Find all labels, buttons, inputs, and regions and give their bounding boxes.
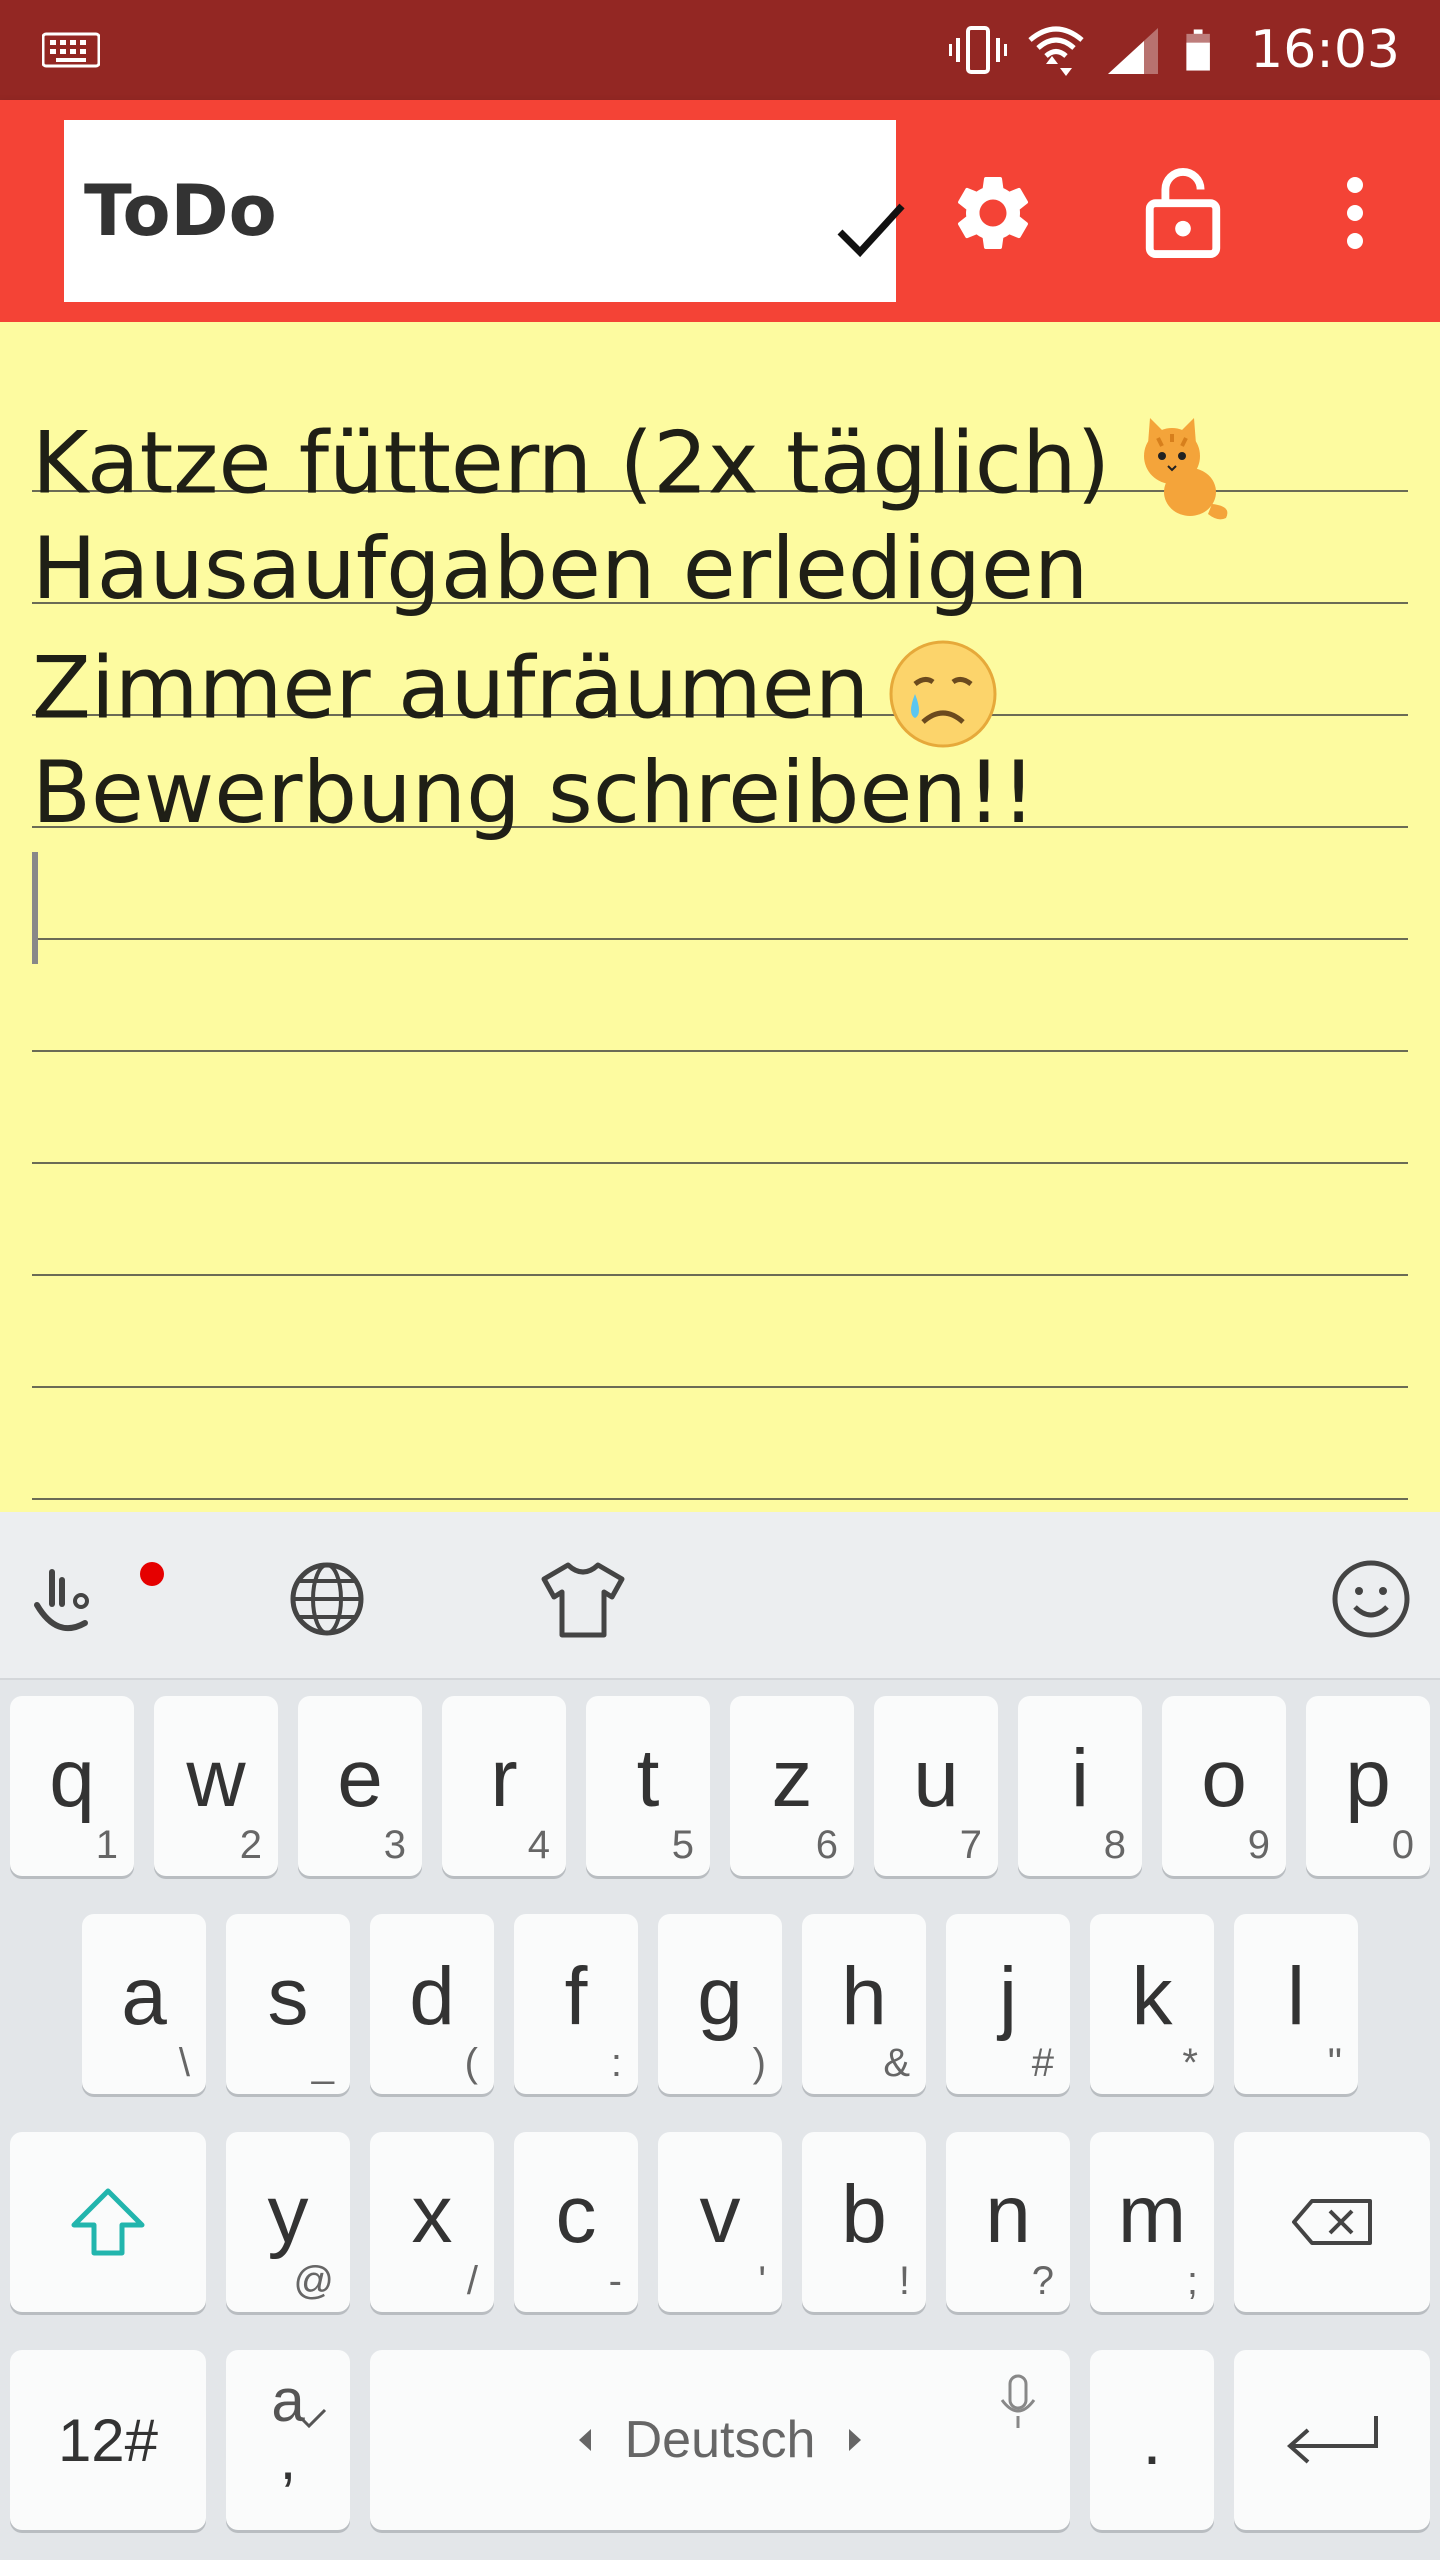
check-icon[interactable]: [834, 192, 908, 266]
shift-key[interactable]: [10, 2132, 206, 2312]
lock-open-icon: [1145, 168, 1221, 258]
gesture-icon: [34, 1569, 89, 1632]
backspace-key[interactable]: [1234, 2132, 1430, 2312]
lock-button[interactable]: [1128, 158, 1238, 268]
right-arrow-icon: [849, 2429, 862, 2451]
vibrate-icon: [949, 26, 1008, 74]
key-q[interactable]: q1: [10, 1696, 134, 1876]
key-c[interactable]: c-: [514, 2132, 638, 2312]
clock: 16:03: [1250, 20, 1400, 80]
key-k[interactable]: k *: [1090, 1914, 1214, 2094]
ruled-line: [32, 1162, 1408, 1164]
note-line-2: Hausaufgaben erledigen: [32, 519, 1089, 619]
key-b[interactable]: b!: [802, 2132, 926, 2312]
key-p[interactable]: p0: [1306, 1696, 1430, 1876]
theme-button[interactable]: [538, 1554, 628, 1644]
key-j[interactable]: j #: [946, 1914, 1070, 2094]
accent-key[interactable]: a ,: [226, 2350, 350, 2530]
key-o[interactable]: o9: [1162, 1696, 1286, 1876]
note-editor[interactable]: Katze füttern (2x täglich) Hausaufgaben …: [0, 322, 1440, 1512]
ruled-line: [32, 1050, 1408, 1052]
key-w[interactable]: w2: [154, 1696, 278, 1876]
language-button[interactable]: [282, 1554, 372, 1644]
key-v[interactable]: v ': [658, 2132, 782, 2312]
key-n[interactable]: n?: [946, 2132, 1070, 2312]
space-key[interactable]: Deutsch: [370, 2350, 1070, 2530]
period-key[interactable]: .: [1090, 2350, 1214, 2530]
battery-icon: [1186, 29, 1211, 71]
title-input[interactable]: [84, 156, 724, 266]
keyboard-toolbar: [0, 1512, 1440, 1680]
theme-shirt-icon: [541, 1562, 625, 1638]
wifi-icon: [1028, 26, 1084, 76]
note-line-4: Bewerbung schreiben!!: [32, 743, 1036, 843]
note-line-3: Zimmer aufräumen: [32, 638, 999, 750]
key-d[interactable]: d(: [370, 1914, 494, 2094]
keyboard-icon: [42, 32, 100, 68]
emoji-button[interactable]: [1326, 1554, 1416, 1644]
key-s[interactable]: s _: [226, 1914, 350, 2094]
backspace-icon: [1292, 2199, 1372, 2245]
enter-icon: [1286, 2416, 1378, 2464]
key-z[interactable]: z6: [730, 1696, 854, 1876]
status-bar: 16:03: [0, 0, 1440, 100]
key-l[interactable]: l ": [1234, 1914, 1358, 2094]
title-field-box: [64, 120, 905, 302]
note-line-1: Katze füttern (2x täglich): [32, 414, 1238, 524]
key-f[interactable]: f:: [514, 1914, 638, 2094]
microphone-icon: [1000, 2374, 1036, 2428]
gear-icon: [957, 176, 1029, 249]
key-e[interactable]: e3: [298, 1696, 422, 1876]
key-r[interactable]: r4: [442, 1696, 566, 1876]
globe-icon: [290, 1562, 364, 1636]
enter-key[interactable]: [1234, 2350, 1430, 2530]
app-toolbar: [0, 100, 1440, 322]
shift-icon: [71, 2188, 145, 2256]
key-a[interactable]: a \: [82, 1914, 206, 2094]
key-m[interactable]: m;: [1090, 2132, 1214, 2312]
gesture-button[interactable]: [22, 1554, 112, 1644]
key-u[interactable]: u7: [874, 1696, 998, 1876]
key-g[interactable]: g): [658, 1914, 782, 2094]
key-h[interactable]: h &: [802, 1914, 926, 2094]
ruled-line: [32, 1386, 1408, 1388]
soft-keyboard: q1 w2 e3 r4 t5 z6 u7 i8 o9 p0 a \ s _ d( f…: [0, 1512, 1440, 2560]
left-arrow-icon: [578, 2429, 591, 2451]
accent-check-icon: [299, 2408, 327, 2429]
ruled-line: [32, 1274, 1408, 1276]
notification-dot: [140, 1562, 164, 1586]
more-vert-icon: [1347, 177, 1363, 249]
symbols-key[interactable]: 12#: [10, 2350, 206, 2530]
key-i[interactable]: i8: [1018, 1696, 1142, 1876]
ruled-line: [32, 1498, 1408, 1500]
signal-icon: [1108, 28, 1159, 74]
key-t[interactable]: t5: [586, 1696, 710, 1876]
text-caret: [32, 852, 38, 964]
sad-face-emoji: [889, 640, 997, 748]
emoji-icon: [1332, 1560, 1410, 1638]
ruled-line: [32, 938, 1408, 940]
settings-button[interactable]: [938, 158, 1048, 268]
cat-emoji: [1144, 418, 1228, 520]
key-x[interactable]: x /: [370, 2132, 494, 2312]
key-y[interactable]: y @: [226, 2132, 350, 2312]
overflow-menu-button[interactable]: [1300, 158, 1410, 268]
